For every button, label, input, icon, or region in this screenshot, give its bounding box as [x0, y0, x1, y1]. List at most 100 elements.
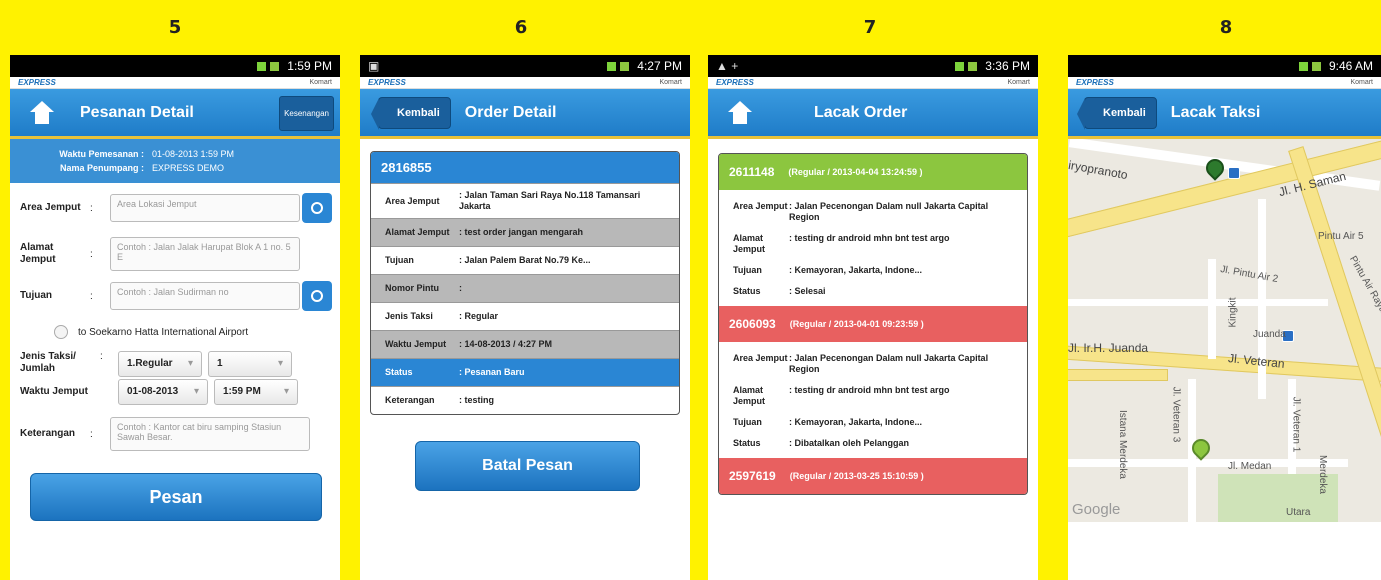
keterangan-input[interactable]: Contoh : Kantor cat biru samping Stasiun… [110, 417, 310, 451]
location-picker-icon[interactable] [302, 281, 332, 311]
order-header[interactable]: 2597619 (Regular / 2013-03-25 15:10:59 ) [719, 458, 1027, 494]
signal-icon [257, 61, 267, 71]
detail-row: Nomor Pintu: [371, 274, 679, 302]
order-header[interactable]: 2611148 (Regular / 2013-04-04 13:24:59 ) [719, 154, 1027, 190]
alamat-jemput-input[interactable]: Contoh : Jalan Jalak Harupat Blok A 1 no… [110, 237, 300, 271]
map-label: Jl. Pintu Air 2 [1219, 264, 1279, 285]
order-row: Status: Dibatalkan oleh Pelanggan [733, 438, 910, 448]
map-view[interactable]: iryopranoto Jl. H. Saman Pintu Air 5 Jl.… [1068, 139, 1381, 522]
komart-label: Komart [309, 79, 332, 86]
map-label: Jl. Ir.H. Juanda [1068, 341, 1149, 355]
battery-icon [968, 61, 978, 71]
pesan-button[interactable]: Pesan [30, 473, 322, 521]
detail-row: Tujuan: Jalan Palem Barat No.79 Ke... [371, 246, 679, 274]
waktu-jemput-label: Waktu Jemput [20, 386, 88, 397]
step-number-7: 7 [863, 17, 877, 38]
order-info-bar: Waktu Pemesanan :01-08-2013 1:59 PM Nama… [10, 139, 340, 183]
alamat-jemput-row: Alamat Jemput: Contoh : Jalan Jalak Haru… [10, 237, 340, 271]
express-logo: EXPRESS [368, 78, 406, 87]
status-bar: ▲ + 3:36 PM [708, 55, 1038, 77]
keterangan-row: Keterangan: Contoh : Kantor cat biru sam… [10, 417, 340, 451]
page-title: Order Detail [464, 103, 557, 121]
date-select[interactable]: 01-08-2013 ▾ [118, 379, 208, 405]
map-label: Pintu Air 5 [1318, 231, 1364, 242]
express-logo: EXPRESS [716, 78, 754, 87]
battery-icon [270, 61, 280, 71]
express-logo: EXPRESS [1076, 78, 1114, 87]
alamat-jemput-label: Alamat Jemput [20, 242, 56, 265]
order-row: Status: Selesai [733, 286, 826, 296]
batal-pesan-button[interactable]: Batal Pesan [415, 441, 640, 491]
area-jemput-row: Area Jemput: Area Lokasi Jemput [10, 193, 340, 223]
order-list: 2611148 (Regular / 2013-04-04 13:24:59 ) … [718, 153, 1028, 495]
airport-radio[interactable] [54, 325, 68, 339]
wifi-icon [955, 61, 965, 71]
detail-row: Waktu Jemput: 14-08-2013 / 4:27 PM [371, 330, 679, 358]
detail-row: Area Jemput: Jalan Taman Sari Raya No.11… [371, 183, 679, 218]
map-label: Istana Merdeka [1116, 410, 1128, 479]
order-card: 2816855 Area Jemput: Jalan Taman Sari Ra… [370, 151, 680, 415]
taxi-type-select[interactable]: 1.Regular ▾ [118, 351, 202, 377]
brand-bar: EXPRESS Komart [708, 77, 1038, 89]
map-label: iryopranoto [1068, 157, 1129, 183]
back-button[interactable]: Kembali [1077, 96, 1157, 130]
phone-pesanan-detail: 1:59 PM EXPRESS Komart Pesanan Detail Ke… [10, 55, 340, 580]
phone-order-detail: ▣ 4:27 PM EXPRESS Komart Kembali Order D… [360, 55, 690, 580]
step-number-8: 8 [1219, 17, 1233, 38]
step-number-5: 5 [168, 17, 182, 38]
tujuan-input[interactable]: Contoh : Jalan Sudirman no [110, 282, 300, 310]
tujuan-label: Tujuan [20, 290, 53, 301]
status-row: Status: Pesanan Baru [371, 358, 679, 386]
app-header: Lacak Order [708, 89, 1038, 139]
status-bar: 1:59 PM [10, 55, 340, 77]
brand-bar: EXPRESS Komart [360, 77, 690, 89]
time-select[interactable]: 1:59 PM ▾ [214, 379, 298, 405]
map-label: Jl. Medan [1228, 461, 1272, 472]
order-row: Area Jemput: Jalan Pecenongan Dalam null… [733, 201, 989, 222]
express-logo: EXPRESS [18, 78, 56, 87]
detail-row: Jenis Taksi: Regular [371, 302, 679, 330]
favorites-button[interactable]: Kesenangan [279, 96, 334, 131]
detail-row: Keterangan: testing [371, 386, 679, 414]
order-row: Tujuan: Kemayoran, Jakarta, Indone... [733, 265, 923, 275]
tujuan-row: Tujuan: Contoh : Jalan Sudirman no [10, 281, 340, 311]
taxi-count-select[interactable]: 1 ▾ [208, 351, 292, 377]
app-header: Kembali Lacak Taksi [1068, 89, 1381, 139]
order-header[interactable]: 2606093 (Regular / 2013-04-01 09:23:59 ) [719, 306, 1027, 342]
komart-label: Komart [659, 79, 682, 86]
status-time: 3:36 PM [985, 59, 1030, 73]
home-icon[interactable] [728, 100, 752, 125]
info-row: Waktu Pemesanan :01-08-2013 1:59 PM [59, 149, 235, 159]
order-row: Alamat Jemput: testing dr android mhn bn… [733, 233, 950, 254]
page-title: Lacak Taksi [1170, 103, 1261, 121]
area-jemput-label: Area Jemput [20, 202, 81, 213]
google-logo: Google [1072, 501, 1121, 518]
home-icon[interactable] [30, 100, 54, 125]
back-button[interactable]: Kembali [371, 96, 451, 130]
status-time: 4:27 PM [637, 59, 682, 73]
map-label: Utara [1286, 507, 1311, 518]
location-picker-icon[interactable] [302, 193, 332, 223]
notification-icon: ▲ + [716, 59, 739, 73]
battery-icon [620, 61, 630, 71]
phone-lacak-order: ▲ + 3:36 PM EXPRESS Komart Lacak Order 2… [708, 55, 1038, 580]
jenis-taksi-row: Jenis Taksi/ Jumlah: 1.Regular ▾ 1 ▾ [10, 351, 340, 377]
step-number-6: 6 [514, 17, 528, 38]
battery-icon [1311, 61, 1321, 71]
detail-row: Alamat Jemput: test order jangan mengara… [371, 218, 679, 246]
order-row: Alamat Jemput: testing dr android mhn bn… [733, 385, 950, 406]
map-label: Jl. Veteran 1 [1290, 396, 1302, 453]
app-header: Pesanan Detail Kesenangan [10, 89, 340, 139]
area-jemput-input[interactable]: Area Lokasi Jemput [110, 194, 300, 222]
airport-label: to Soekarno Hatta International Airport [78, 326, 249, 338]
airport-row: to Soekarno Hatta International Airport [10, 325, 340, 339]
order-row: Tujuan: Kemayoran, Jakarta, Indone... [733, 417, 923, 427]
notification-icon: ▣ [368, 59, 380, 73]
status-bar: ▣ 4:27 PM [360, 55, 690, 77]
status-time: 9:46 AM [1328, 59, 1373, 73]
status-time: 1:59 PM [287, 59, 332, 73]
komart-label: Komart [1350, 79, 1373, 86]
order-id: 2816855 [371, 152, 679, 183]
page-title: Pesanan Detail [80, 103, 194, 121]
jenis-taksi-label: Jenis Taksi/ Jumlah [20, 351, 76, 374]
